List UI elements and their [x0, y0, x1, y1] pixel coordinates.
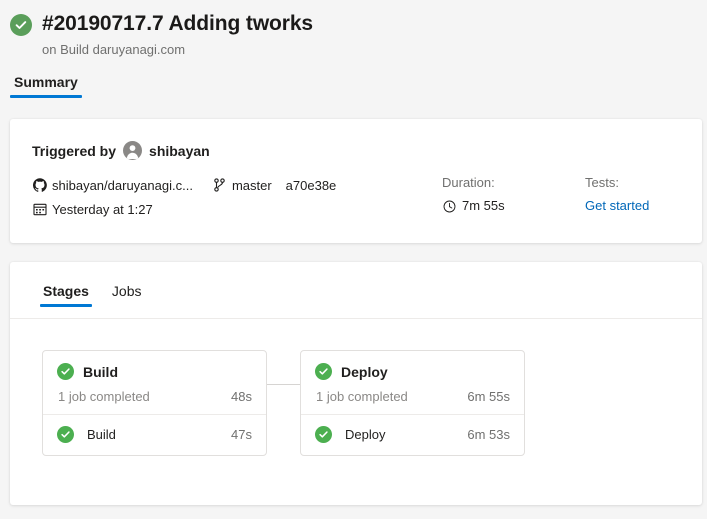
stages-card-tabs: Stages Jobs — [40, 282, 162, 307]
stage-summary-row-build: 1 job completed 48s — [57, 389, 252, 404]
build-date: Yesterday at 1:27 — [52, 201, 153, 217]
repo-item[interactable]: shibayan/daruyanagi.c... — [32, 178, 193, 193]
stage-job-row[interactable]: Deploy 6m 53s — [301, 414, 524, 455]
triggered-by-label: Triggered by — [32, 142, 117, 159]
job-name: Build — [87, 427, 116, 442]
tab-active-underline — [10, 95, 82, 98]
job-duration: 6m 53s — [467, 427, 510, 442]
branch-icon — [212, 178, 227, 193]
tabs-divider — [10, 318, 702, 319]
stage-header-deploy: Deploy 1 job completed 6m 55s — [301, 351, 524, 414]
tab-jobs-label: Jobs — [111, 283, 142, 299]
stages-card: Stages Jobs Build 1 job completed 48s Bu… — [10, 262, 702, 505]
stage-header-build: Build 1 job completed 48s — [43, 351, 266, 414]
job-name: Deploy — [345, 427, 386, 442]
page-header: #20190717.7 Adding tworks on Build daruy… — [0, 0, 707, 112]
stage-duration: 48s — [231, 389, 252, 404]
stages-area: Build 1 job completed 48s Build 47s Depl… — [42, 350, 525, 456]
check-circle-icon — [315, 426, 332, 443]
branch-item[interactable]: master — [212, 178, 272, 193]
calendar-icon — [32, 202, 47, 217]
page-title: #20190717.7 Adding tworks — [42, 12, 314, 35]
tests-block: Tests: Get started — [585, 173, 649, 215]
duration-label: Duration: — [442, 175, 495, 190]
build-summary-page: #20190717.7 Adding tworks on Build daruy… — [0, 0, 707, 519]
tests-get-started-link[interactable]: Get started — [585, 198, 649, 213]
top-level-tabs: Summary — [10, 73, 82, 98]
stage-title-row-deploy: Deploy — [315, 363, 510, 380]
check-circle-icon — [57, 363, 74, 380]
stage-jobs-summary: 1 job completed — [316, 389, 408, 404]
repo-name: shibayan/daruyanagi.c... — [52, 177, 193, 193]
user-avatar-icon — [123, 141, 143, 160]
duration-value: 7m 55s — [462, 198, 505, 213]
branch-name: master — [231, 177, 272, 193]
tab-stages[interactable]: Stages — [40, 282, 92, 307]
stage-title-row-build: Build — [57, 363, 252, 380]
commit-item[interactable]: a70e38e — [286, 178, 337, 193]
tab-jobs[interactable]: Jobs — [109, 282, 145, 307]
title-row: #20190717.7 Adding tworks on Build daruy… — [10, 10, 313, 60]
job-duration: 47s — [231, 427, 252, 442]
summary-meta: shibayan/daruyanagi.c... master a70e38e … — [32, 173, 336, 221]
summary-card: Triggered by shibayan shibayan/daruyanag… — [10, 119, 702, 243]
stage-jobs-summary: 1 job completed — [58, 389, 150, 404]
commit-hash: a70e38e — [285, 177, 337, 193]
date-line: Yesterday at 1:27 — [32, 197, 336, 221]
stage-box-deploy[interactable]: Deploy 1 job completed 6m 55s Deploy 6m … — [300, 350, 525, 456]
stage-name: Deploy — [341, 363, 388, 380]
check-circle-icon — [315, 363, 332, 380]
tab-summary[interactable]: Summary — [10, 73, 82, 98]
stage-box-build[interactable]: Build 1 job completed 48s Build 47s — [42, 350, 267, 456]
job-left-deploy: Deploy — [315, 426, 385, 443]
stage-connector-line — [267, 384, 300, 385]
tests-label: Tests: — [585, 175, 619, 190]
stage-name: Build — [83, 363, 118, 380]
check-circle-icon — [57, 426, 74, 443]
stage-job-row[interactable]: Build 47s — [43, 414, 266, 455]
triggered-by-row: Triggered by shibayan — [32, 141, 210, 160]
duration-block: Duration: 7m 55s — [442, 173, 505, 215]
clock-icon — [442, 199, 457, 214]
stage-duration: 6m 55s — [467, 389, 510, 404]
duration-value-row: 7m 55s — [442, 197, 505, 215]
tab-summary-label: Summary — [14, 74, 78, 90]
check-circle-icon — [10, 14, 32, 36]
repo-branch-commit-line: shibayan/daruyanagi.c... master a70e38e — [32, 173, 336, 197]
job-left-build: Build — [57, 426, 116, 443]
triggered-by-user[interactable]: shibayan — [149, 143, 210, 159]
stage-summary-row-deploy: 1 job completed 6m 55s — [315, 389, 510, 404]
title-texts: #20190717.7 Adding tworks on Build daruy… — [42, 10, 313, 60]
tab-stages-label: Stages — [43, 283, 89, 299]
page-subtitle: on Build daruyanagi.com — [42, 42, 186, 57]
tab-stages-underline — [40, 304, 92, 307]
date-item: Yesterday at 1:27 — [32, 202, 153, 217]
github-icon — [32, 178, 47, 193]
